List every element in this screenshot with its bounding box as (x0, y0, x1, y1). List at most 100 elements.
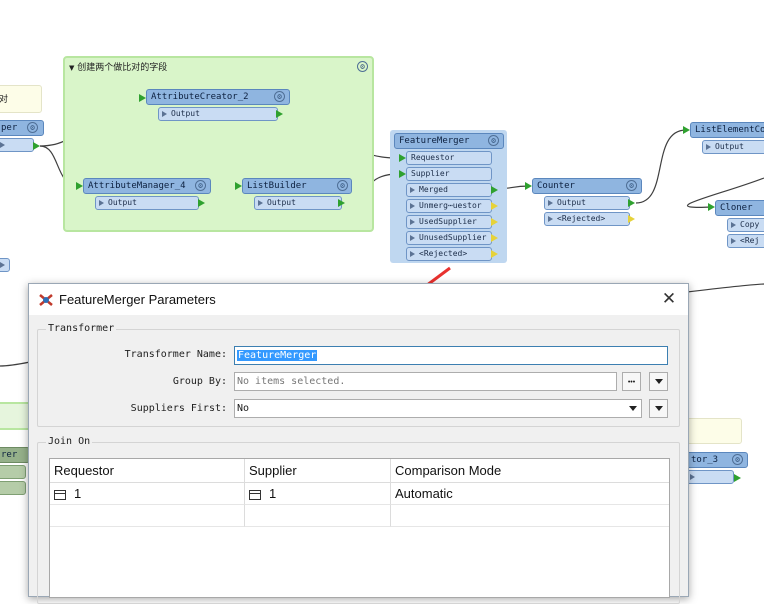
list-builder-node[interactable]: ListBuilder ⚙ Output (242, 178, 352, 212)
unconnected-output-icon[interactable] (491, 250, 498, 258)
list-element-counter-node[interactable]: ListElementCou Output (690, 122, 764, 156)
port[interactable] (0, 481, 26, 495)
unmerged-output-port[interactable]: Unmerg⋯uestor (406, 199, 492, 213)
input-connector-icon[interactable] (76, 182, 83, 190)
transformer-name-input[interactable]: FeatureMerger (234, 346, 668, 365)
table-cell-comparison-mode[interactable]: Automatic (391, 483, 669, 505)
gear-icon[interactable]: ⚙ (274, 91, 285, 102)
join-table[interactable]: Requestor Supplier Comparison Mode 1 1 A… (49, 458, 670, 598)
rejected-output-port[interactable]: <Rejected> (406, 247, 492, 261)
port-label: Output (171, 109, 200, 118)
connected-output-icon[interactable] (491, 186, 498, 194)
output-port[interactable]: Output (95, 196, 199, 210)
output-port[interactable]: Output (158, 107, 278, 121)
bookmark-title[interactable]: ▼ 创建两个做比对的字段 (69, 60, 167, 73)
gear-icon[interactable]: ⚙ (195, 180, 206, 191)
suppliers-first-select[interactable]: No (234, 399, 642, 418)
connected-output-icon[interactable] (338, 199, 345, 207)
gear-icon[interactable]: ⚙ (488, 135, 499, 146)
port-label: UnusedSupplier (419, 233, 487, 242)
suppliers-first-menu-button[interactable] (649, 399, 668, 418)
input-connector-icon[interactable] (399, 154, 406, 162)
input-connector-icon[interactable] (399, 170, 406, 178)
unconnected-output-icon[interactable] (491, 218, 498, 226)
column-header-requestor[interactable]: Requestor (50, 459, 245, 483)
group-by-browse-button[interactable]: ••• (622, 372, 641, 391)
cell-text: Automatic (395, 486, 453, 501)
table-cell-supplier[interactable]: 1 (245, 483, 391, 505)
table-empty-cell[interactable] (50, 505, 245, 527)
dialog-titlebar[interactable]: FeatureMerger Parameters ✕ (29, 284, 688, 315)
chevron-down-icon (654, 406, 663, 412)
connected-output-icon[interactable] (628, 199, 635, 207)
unconnected-output-icon[interactable] (491, 234, 498, 242)
cloner-node[interactable]: Cloner Copy <Rej (715, 200, 764, 250)
connected-output-icon[interactable] (276, 110, 283, 118)
table-cell-requestor[interactable]: 1 (50, 483, 245, 505)
node-header[interactable]: ListElementCou (690, 122, 764, 138)
port[interactable] (0, 465, 26, 479)
node-header[interactable]: rer (0, 447, 30, 463)
input-connector-icon[interactable] (708, 203, 715, 211)
node-header[interactable]: Cloner (715, 200, 764, 216)
port-label: UsedSupplier (419, 217, 477, 226)
node-header[interactable]: AttributeCreator_2 (146, 89, 290, 105)
output-port[interactable] (686, 470, 734, 484)
merged-output-port[interactable]: Merged (406, 183, 492, 197)
counter-node[interactable]: Counter ⚙ Output <Rejected> (532, 178, 642, 228)
rejected-port[interactable]: <Rej (727, 234, 764, 248)
table-empty-cell[interactable] (245, 505, 391, 527)
group-by-input[interactable]: No items selected. (234, 372, 617, 391)
cell-text: 1 (269, 486, 277, 501)
close-icon[interactable]: ✕ (660, 289, 678, 309)
group-by-placeholder: No items selected. (237, 376, 346, 387)
output-port[interactable]: Output (702, 140, 764, 154)
left-partial-output-port[interactable] (0, 138, 34, 152)
supplier-input-port[interactable]: Supplier (406, 167, 492, 181)
connected-output-icon[interactable] (734, 474, 741, 482)
requestor-input-port[interactable]: Requestor (406, 151, 492, 165)
port[interactable] (0, 258, 10, 272)
node-name: tor_3 (691, 455, 719, 465)
right-annotation-note[interactable] (686, 418, 742, 444)
input-connector-icon[interactable] (235, 182, 242, 190)
node-name: ListBuilder (247, 181, 307, 191)
copy-port[interactable]: Copy (727, 218, 764, 232)
input-connector-icon[interactable] (525, 182, 532, 190)
gear-icon[interactable]: ⚙ (337, 180, 348, 191)
unused-supplier-output-port[interactable]: UnusedSupplier (406, 231, 492, 245)
left-annotation-note[interactable]: 对 (0, 85, 42, 113)
used-supplier-output-port[interactable]: UsedSupplier (406, 215, 492, 229)
output-port[interactable]: Output (544, 196, 630, 210)
input-connector-icon[interactable] (139, 94, 146, 102)
input-connector-icon[interactable] (683, 126, 690, 134)
column-header-comparison-mode[interactable]: Comparison Mode (391, 459, 669, 483)
chevron-down-icon (654, 379, 663, 385)
left-partial-name: per (1, 123, 18, 133)
unconnected-output-icon[interactable] (491, 202, 498, 210)
rejected-port[interactable]: <Rejected> (544, 212, 630, 226)
attribute-creator-node[interactable]: AttributeCreator_2 ⚙ Output (146, 89, 290, 123)
transformer-name-label: Transformer Name: (124, 349, 227, 360)
port-label: Unmerg⋯uestor (419, 201, 482, 210)
node-name: rer (1, 450, 18, 460)
gear-icon[interactable]: ⚙ (626, 180, 637, 191)
gear-icon[interactable]: ⚙ (732, 454, 743, 465)
node-header[interactable]: AttributeManager_4 (83, 178, 211, 194)
bookmark-gear-icon[interactable]: ⚙ (357, 61, 368, 72)
port-label: Output (715, 142, 744, 151)
feature-merger-node[interactable]: FeatureMerger ⚙ Requestor Supplier Merge… (394, 133, 504, 261)
unconnected-output-icon[interactable] (628, 215, 635, 223)
bottom-left-partial-node[interactable]: rer (0, 447, 30, 497)
column-header-supplier[interactable]: Supplier (245, 459, 391, 483)
node-header[interactable]: ListBuilder (242, 178, 352, 194)
group-by-menu-button[interactable] (649, 372, 668, 391)
dialog-title: FeatureMerger Parameters (59, 292, 216, 307)
attribute-manager-node[interactable]: AttributeManager_4 ⚙ Output (83, 178, 211, 212)
connected-output-icon[interactable] (198, 199, 205, 207)
gear-icon[interactable]: ⚙ (27, 122, 38, 133)
connected-output-icon[interactable] (33, 142, 40, 150)
left-annotation-text: 对 (0, 95, 9, 105)
table-empty-cell[interactable] (391, 505, 669, 527)
output-port[interactable]: Output (254, 196, 342, 210)
